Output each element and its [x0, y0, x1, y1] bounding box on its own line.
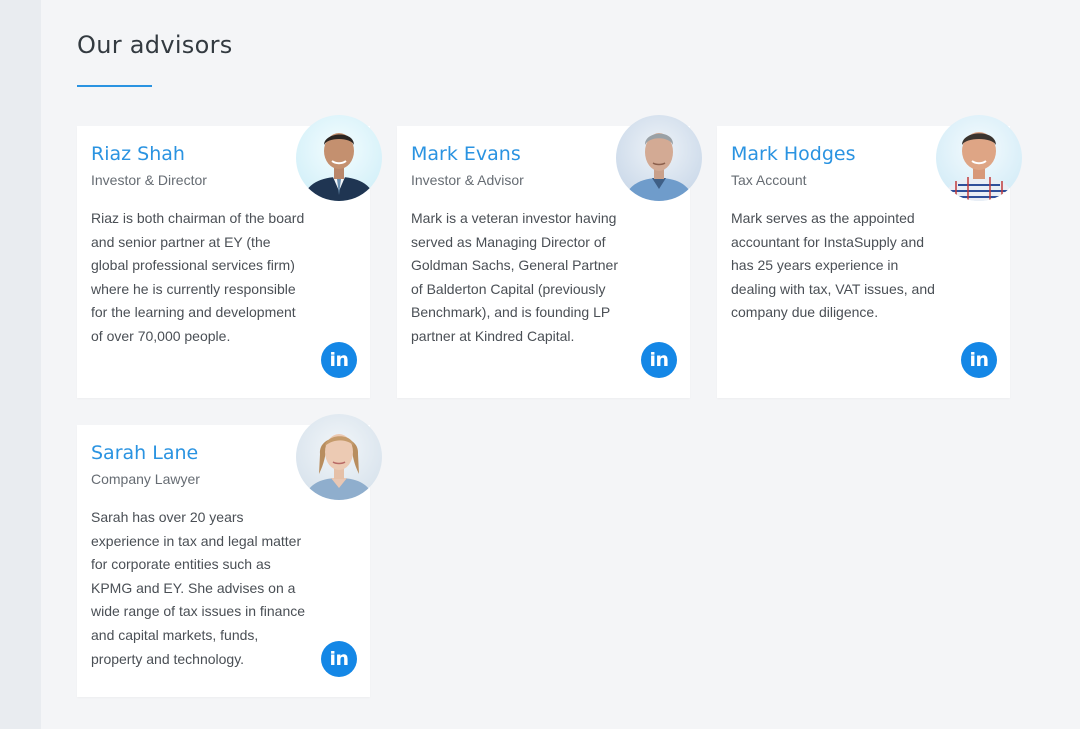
left-margin-strip — [0, 0, 41, 729]
linkedin-icon[interactable]: in — [641, 342, 677, 378]
advisor-card-riaz-shah: Riaz Shah Investor & Director Riaz is bo… — [77, 115, 382, 398]
advisor-photo — [296, 414, 382, 500]
advisor-name: Riaz Shah — [91, 143, 185, 165]
advisor-name: Mark Hodges — [731, 143, 856, 165]
advisor-name: Mark Evans — [411, 143, 521, 165]
section-title: Our advisors — [77, 31, 233, 59]
advisor-role: Investor & Director — [91, 172, 207, 188]
advisor-role: Tax Account — [731, 172, 807, 188]
advisor-bio: Mark is a veteran investor having served… — [411, 210, 618, 344]
advisor-photo — [936, 115, 1022, 201]
linkedin-icon[interactable]: in — [321, 641, 357, 677]
advisor-name: Sarah Lane — [91, 442, 199, 464]
advisor-bio: Riaz is both chairman of the board and s… — [91, 210, 305, 344]
advisor-bio: Sarah has over 20 years experience in ta… — [91, 509, 306, 667]
linkedin-icon[interactable]: in — [961, 342, 997, 378]
advisor-photo — [296, 115, 382, 201]
linkedin-icon[interactable]: in — [321, 342, 357, 378]
advisor-bio: Mark serves as the appointed accountant … — [731, 210, 935, 321]
advisor-photo — [616, 115, 702, 201]
advisors-section: Our advisors Riaz Shah Investor & Direct… — [41, 0, 1080, 729]
advisor-card-mark-hodges: Mark Hodges Tax Account Mark serves as t… — [717, 115, 1022, 398]
advisor-card-sarah-lane: Sarah Lane Company Lawyer Sarah has over… — [77, 414, 382, 697]
advisor-role: Investor & Advisor — [411, 172, 524, 188]
advisor-card-mark-evans: Mark Evans Investor & Advisor Mark is a … — [397, 115, 702, 398]
title-underline — [77, 85, 152, 87]
advisor-role: Company Lawyer — [91, 471, 200, 487]
